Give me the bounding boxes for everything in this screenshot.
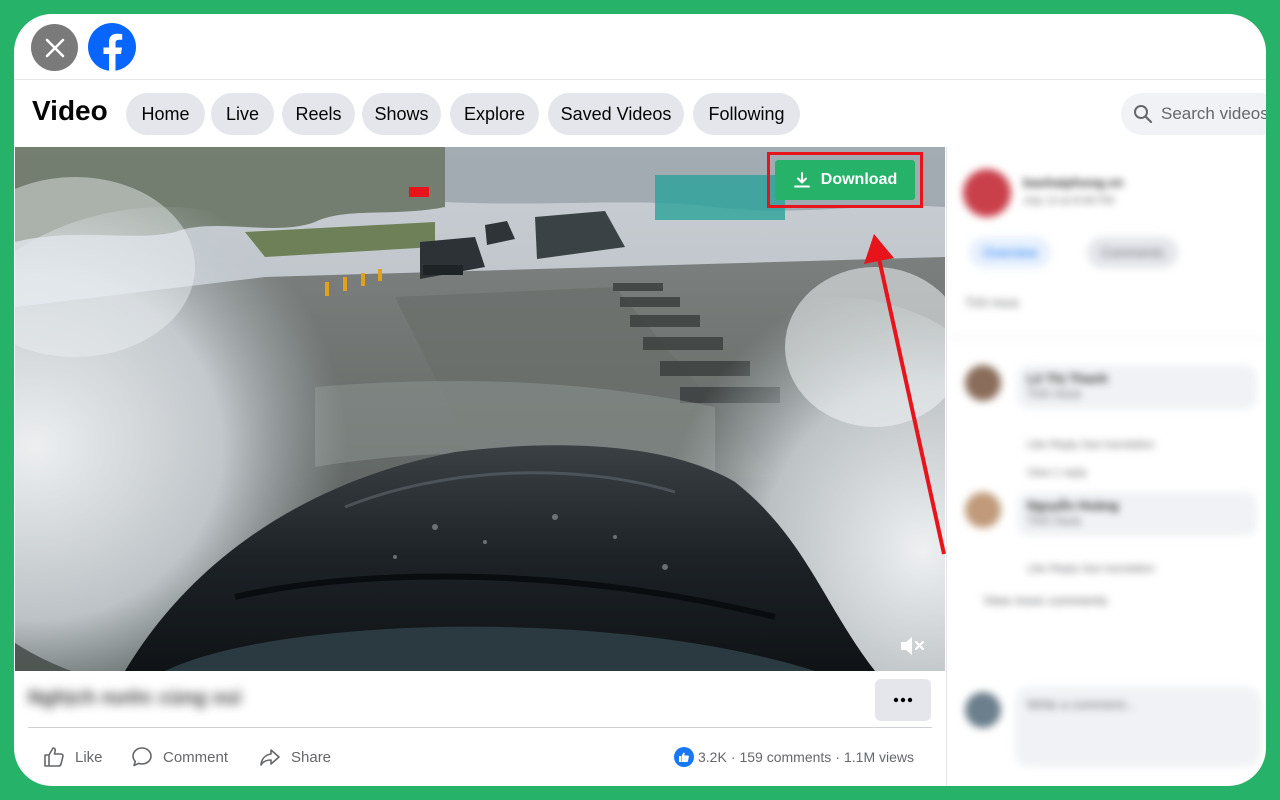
video-nav: Video Home Live Reels Shows Explore Save… <box>14 81 1266 147</box>
thumbs-up-icon <box>44 747 64 767</box>
comment-icon <box>132 747 152 767</box>
reaction-count[interactable]: 3.2K <box>698 749 727 765</box>
video-player[interactable]: Download <box>15 147 945 671</box>
post-date: July 13 at 8:08 PM <box>1023 195 1115 207</box>
search-input[interactable] <box>1161 104 1266 124</box>
search-bar[interactable] <box>1121 93 1266 135</box>
comment-actions[interactable]: Like Reply See translation <box>1027 439 1155 451</box>
page-title: Video <box>32 95 108 126</box>
share-icon <box>260 749 280 766</box>
comment-button[interactable]: Comment <box>130 742 228 772</box>
video-frame <box>15 147 945 671</box>
share-label: Share <box>291 748 332 766</box>
tab-saved-videos[interactable]: Saved Videos <box>548 93 684 135</box>
comment-bubble: Lê Thị Thanh Trời mưa <box>1017 365 1257 409</box>
comment-text: Trời mưa <box>1027 386 1081 401</box>
facebook-logo[interactable] <box>88 23 136 71</box>
like-button[interactable]: Like <box>42 742 103 772</box>
tab-explore[interactable]: Explore <box>450 93 539 135</box>
comment-label: Comment <box>163 748 229 766</box>
close-icon <box>45 38 64 57</box>
comment-bubble: Nguyễn Hoàng Trời mưa <box>1017 492 1257 536</box>
tab-shows[interactable]: Shows <box>362 93 441 135</box>
like-label: Like <box>75 748 103 766</box>
tab-reels[interactable]: Reels <box>282 93 355 135</box>
more-icon <box>893 697 913 703</box>
comment-text: Trời mưa <box>1027 513 1081 528</box>
view-replies[interactable]: View 1 reply <box>1027 467 1087 479</box>
like-reaction-icon <box>674 747 694 767</box>
view-more-comments[interactable]: View more comments <box>983 593 1108 608</box>
top-bar <box>14 14 1266 80</box>
annotation-arrow <box>864 234 946 555</box>
video-caption: Nghịch nước cùng vui <box>28 687 242 709</box>
write-comment-placeholder: Write a comment... <box>1027 697 1136 712</box>
write-comment-box[interactable]: Write a comment... <box>1015 687 1261 767</box>
page-name[interactable]: baohaiphong.vn <box>1023 175 1123 190</box>
user-avatar <box>965 692 1001 728</box>
download-label: Download <box>820 171 898 188</box>
tab-live[interactable]: Live <box>211 93 274 135</box>
download-highlight: Download <box>767 152 923 208</box>
comment-author[interactable]: Lê Thị Thanh <box>1027 371 1247 386</box>
view-count: 1.1M views <box>843 749 915 765</box>
page-avatar[interactable] <box>963 169 1011 217</box>
search-icon <box>1134 105 1153 124</box>
download-button[interactable]: Download <box>775 160 915 200</box>
comment-avatar[interactable] <box>965 492 1001 528</box>
tab-comments[interactable]: Comments <box>1087 237 1178 268</box>
download-icon <box>793 172 810 188</box>
mute-icon[interactable] <box>898 633 926 659</box>
post-text: Trời mưa <box>965 295 1019 310</box>
post-stats: 3.2K · 159 comments · 1.1M views <box>674 744 914 770</box>
comment-author[interactable]: Nguyễn Hoàng <box>1027 498 1247 513</box>
comment-actions[interactable]: Like Reply See translation <box>1027 563 1155 575</box>
comment-count[interactable]: 159 comments <box>739 749 831 765</box>
side-panel: baohaiphong.vn July 13 at 8:08 PM Overvi… <box>946 147 1266 786</box>
tab-overview[interactable]: Overview <box>969 237 1052 268</box>
separator: · <box>835 749 840 765</box>
comment-avatar[interactable] <box>965 365 1001 401</box>
close-button[interactable] <box>31 24 78 71</box>
app-window: Video Home Live Reels Shows Explore Save… <box>14 14 1266 786</box>
more-options-button[interactable] <box>875 679 931 721</box>
separator: · <box>730 749 736 765</box>
tab-following[interactable]: Following <box>693 93 800 135</box>
divider <box>28 727 932 728</box>
share-button[interactable]: Share <box>258 742 331 772</box>
tab-home[interactable]: Home <box>126 93 205 135</box>
